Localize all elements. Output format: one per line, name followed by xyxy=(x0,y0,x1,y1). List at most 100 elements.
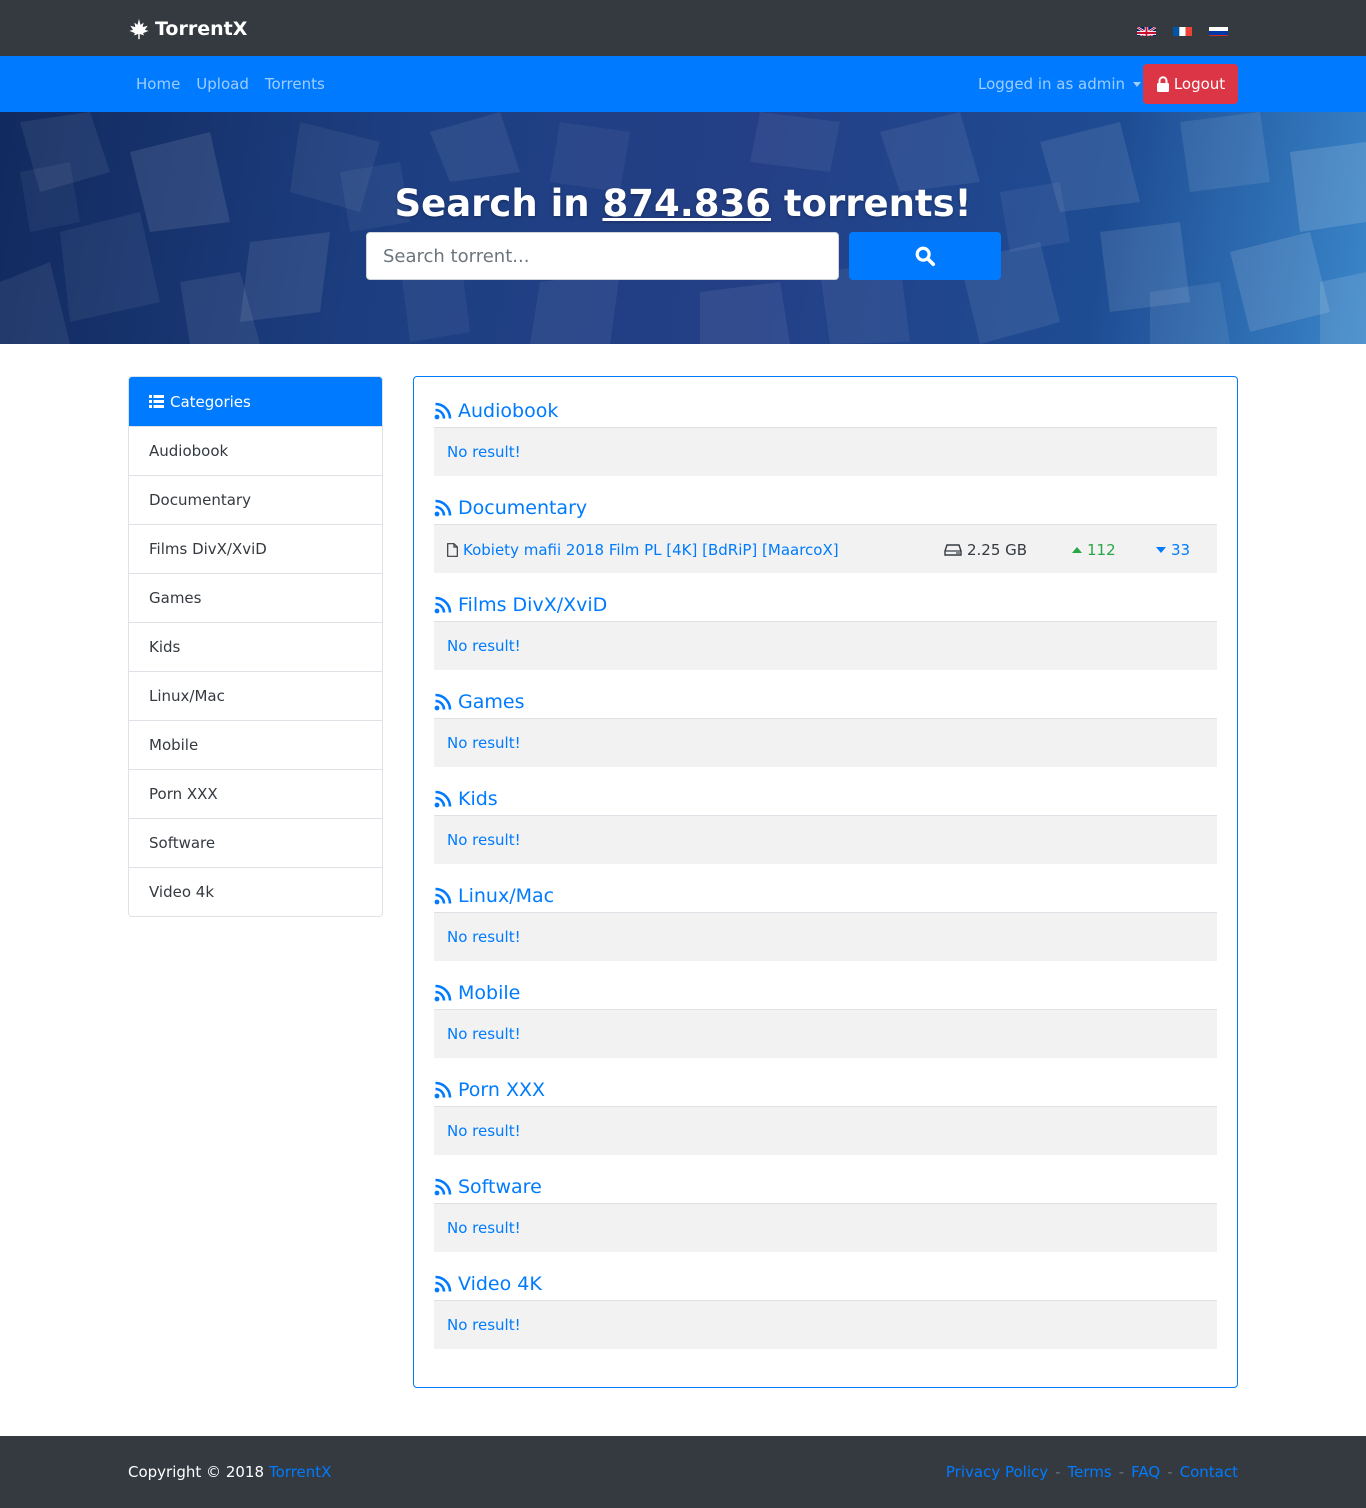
caret-down-icon xyxy=(1156,546,1166,553)
latest-torrents-card: Audiobook No result! Documentary Kobiety… xyxy=(413,376,1238,1388)
section-title-label: Kids xyxy=(458,787,498,810)
search-icon xyxy=(915,246,936,267)
hero-title-prefix: Search in xyxy=(394,182,603,225)
section-games: Games No result! xyxy=(434,685,1217,767)
sidebar-item-kids[interactable]: Kids xyxy=(129,622,382,671)
section-title[interactable]: Games xyxy=(434,685,1217,718)
footer-brand-link[interactable]: TorrentX xyxy=(269,1463,331,1481)
categories-header-label: Categories xyxy=(170,392,251,411)
rss-icon xyxy=(434,499,452,516)
france-flag-icon[interactable] xyxy=(1173,24,1192,36)
russia-flag-icon[interactable] xyxy=(1209,24,1228,36)
sidebar-item-linux-mac[interactable]: Linux/Mac xyxy=(129,671,382,720)
sidebar-item-games[interactable]: Games xyxy=(129,573,382,622)
leaf-icon xyxy=(129,18,149,40)
section-linux-mac: Linux/Mac No result! xyxy=(434,879,1217,961)
torrent-size-value: 2.25 GB xyxy=(967,540,1028,559)
rss-icon xyxy=(434,693,452,710)
no-result: No result! xyxy=(434,1203,1217,1252)
lock-icon xyxy=(1156,76,1169,92)
hero-title: Search in 874.836 torrents! xyxy=(0,182,1366,225)
search-button[interactable] xyxy=(849,232,1001,280)
terms-link[interactable]: Terms xyxy=(1068,1463,1112,1481)
rss-icon xyxy=(434,596,452,613)
sidebar-item-audiobook[interactable]: Audiobook xyxy=(129,426,382,475)
categories-sidebar: Categories Audiobook Documentary Films D… xyxy=(128,376,383,917)
hero-background-pattern xyxy=(0,112,1366,344)
sidebar-item-video-4k[interactable]: Video 4k xyxy=(129,867,382,916)
section-documentary: Documentary Kobiety mafii 2018 Film PL [… xyxy=(434,491,1217,573)
section-title-label: Games xyxy=(458,690,525,713)
section-title-label: Video 4K xyxy=(458,1272,542,1295)
torrent-seeders: 112 xyxy=(1072,525,1116,574)
nav-home-link[interactable]: Home xyxy=(136,75,180,93)
section-title[interactable]: Video 4K xyxy=(434,1267,1217,1300)
user-label: Logged in as admin xyxy=(978,75,1126,93)
sidebar-item-films[interactable]: Films DivX/XviD xyxy=(129,524,382,573)
section-video-4k: Video 4K No result! xyxy=(434,1267,1217,1349)
file-icon xyxy=(447,542,458,557)
logout-label: Logout xyxy=(1173,75,1226,93)
section-title-label: Audiobook xyxy=(458,399,559,422)
section-title[interactable]: Kids xyxy=(434,782,1217,815)
section-title[interactable]: Porn XXX xyxy=(434,1073,1217,1106)
section-title[interactable]: Audiobook xyxy=(434,394,1217,427)
rss-icon xyxy=(434,1275,452,1292)
copyright: Copyright © 2018 TorrentX xyxy=(128,1436,331,1508)
section-title-label: Films DivX/XviD xyxy=(458,593,608,616)
section-title-label: Documentary xyxy=(458,496,588,519)
rss-icon xyxy=(434,402,452,419)
sidebar-item-porn[interactable]: Porn XXX xyxy=(129,769,382,818)
sidebar-item-software[interactable]: Software xyxy=(129,818,382,867)
torrent-row: Kobiety mafii 2018 Film PL [4K] [BdRiP] … xyxy=(434,524,1217,573)
contact-link[interactable]: Contact xyxy=(1180,1463,1238,1481)
no-result: No result! xyxy=(434,1300,1217,1349)
section-audiobook: Audiobook No result! xyxy=(434,394,1217,476)
hero-title-suffix: torrents! xyxy=(771,182,972,225)
torrent-size: 2.25 GB xyxy=(944,525,1027,574)
nav-upload-link[interactable]: Upload xyxy=(196,75,249,93)
no-result: No result! xyxy=(434,621,1217,670)
torrent-link[interactable]: Kobiety mafii 2018 Film PL [4K] [BdRiP] … xyxy=(447,525,839,574)
brand-link[interactable]: TorrentX xyxy=(128,16,247,42)
footer-links: Privacy Policy - Terms - FAQ - Contact xyxy=(946,1436,1238,1508)
caret-up-icon xyxy=(1072,546,1082,553)
sidebar-item-mobile[interactable]: Mobile xyxy=(129,720,382,769)
privacy-policy-link[interactable]: Privacy Policy xyxy=(946,1463,1048,1481)
nav-torrents-link[interactable]: Torrents xyxy=(265,75,325,93)
section-software: Software No result! xyxy=(434,1170,1217,1252)
no-result: No result! xyxy=(434,815,1217,864)
sidebar-item-documentary[interactable]: Documentary xyxy=(129,475,382,524)
brand-name: TorrentX xyxy=(155,18,248,40)
section-title[interactable]: Linux/Mac xyxy=(434,879,1217,912)
footer-separator: - xyxy=(1167,1463,1173,1481)
rss-icon xyxy=(434,1081,452,1098)
section-title-label: Software xyxy=(458,1175,542,1198)
section-kids: Kids No result! xyxy=(434,782,1217,864)
logout-button[interactable]: Logout xyxy=(1143,64,1238,104)
section-title-label: Porn XXX xyxy=(458,1078,546,1101)
section-title[interactable]: Documentary xyxy=(434,491,1217,524)
torrent-count: 874.836 xyxy=(602,182,772,225)
hard-drive-icon xyxy=(944,543,962,556)
footer-separator: - xyxy=(1055,1463,1061,1481)
section-title[interactable]: Films DivX/XviD xyxy=(434,588,1217,621)
categories-header: Categories xyxy=(129,377,382,426)
rss-icon xyxy=(434,1178,452,1195)
no-result: No result! xyxy=(434,427,1217,476)
rss-icon xyxy=(434,790,452,807)
torrent-name: Kobiety mafii 2018 Film PL [4K] [BdRiP] … xyxy=(463,540,839,559)
section-films: Films DivX/XviD No result! xyxy=(434,588,1217,670)
search-input[interactable] xyxy=(366,232,839,280)
rss-icon xyxy=(434,984,452,1001)
no-result: No result! xyxy=(434,1106,1217,1155)
section-title[interactable]: Mobile xyxy=(434,976,1217,1009)
footer: Copyright © 2018 TorrentX Privacy Policy… xyxy=(0,1436,1366,1508)
section-title[interactable]: Software xyxy=(434,1170,1217,1203)
no-result: No result! xyxy=(434,1009,1217,1058)
user-dropdown[interactable]: Logged in as admin xyxy=(978,56,1142,112)
faq-link[interactable]: FAQ xyxy=(1131,1463,1160,1481)
torrent-leechers: 33 xyxy=(1156,525,1190,574)
uk-flag-icon[interactable] xyxy=(1137,24,1156,36)
nav-links: Home Upload Torrents xyxy=(136,56,325,112)
